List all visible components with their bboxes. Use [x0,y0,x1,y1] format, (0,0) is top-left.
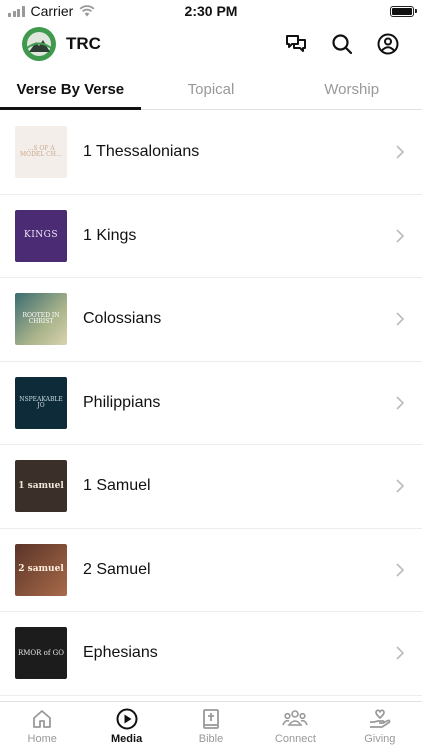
battery-icon [390,5,417,17]
chevron-right-icon [396,229,405,243]
series-list: …S OF A MODEL CH… 1 Thessalonians KINGS … [0,111,422,701]
series-title: 1 Thessalonians [83,143,200,161]
tab-verse-by-verse[interactable]: Verse By Verse [0,70,141,110]
nav-item-media[interactable]: Media [84,702,168,750]
tab-worship[interactable]: Worship [281,70,422,109]
series-thumbnail: NSPEAKABLE JO [15,376,67,429]
series-thumbnail: 1 samuel [15,460,67,513]
wifi-icon [79,5,95,17]
nav-label: Connect [274,733,316,745]
series-row-1-samuel[interactable]: 1 samuel 1 Samuel [0,445,422,529]
series-thumbnail: RMOR of GO [15,627,67,680]
series-title: Ephesians [83,644,158,662]
series-title: Colossians [83,310,162,328]
series-thumbnail: 2 samuel [15,543,67,596]
app-logo [22,27,56,61]
nav-item-home[interactable]: Home [0,702,84,750]
nav-item-giving[interactable]: Giving [338,702,422,750]
chevron-right-icon [396,479,405,493]
series-row-1-thessalonians[interactable]: …S OF A MODEL CH… 1 Thessalonians [0,111,422,195]
series-title: 1 Kings [83,226,137,244]
giving-hand-icon [369,709,391,728]
mountain-logo-icon [26,32,52,56]
app-title: TRC [66,34,101,53]
search-icon[interactable] [330,32,354,56]
nav-item-bible[interactable]: Bible [169,702,253,750]
tab-topical[interactable]: Topical [141,70,282,109]
chevron-right-icon [396,646,405,660]
signal-icon [8,5,25,17]
chevron-right-icon [396,312,405,326]
chevron-right-icon [396,145,405,159]
series-row-colossians[interactable]: ROOTED IN CHRIST Colossians [0,278,422,362]
series-row-2-samuel[interactable]: 2 samuel 2 Samuel [0,529,422,612]
chevron-right-icon [396,563,405,577]
series-thumbnail: …S OF A MODEL CH… [15,126,67,179]
app-header: TRC [0,22,422,66]
play-circle-icon [116,708,138,730]
carrier-label: Carrier [30,3,74,19]
series-title: 2 Samuel [83,560,151,578]
nav-label: Giving [364,733,396,745]
series-title: 1 Samuel [83,477,151,495]
status-left: Carrier [8,3,95,19]
chevron-right-icon [396,396,405,410]
nav-label: Home [27,733,57,745]
bottom-nav: Home Media Bible Connect Giving [0,701,422,750]
chat-icon[interactable] [284,32,308,56]
series-row-philippians[interactable]: NSPEAKABLE JO Philippians [0,362,422,445]
home-icon [33,710,52,728]
series-row-ephesians[interactable]: RMOR of GO Ephesians [0,612,422,696]
status-bar: Carrier 2:30 PM [0,0,422,22]
profile-icon[interactable] [376,32,400,56]
nav-label: Bible [198,733,224,745]
bible-icon [203,709,219,729]
header-actions [284,32,400,56]
nav-item-connect[interactable]: Connect [253,702,337,750]
nav-label: Media [111,733,143,745]
series-thumbnail: ROOTED IN CHRIST [15,293,67,346]
series-row-1-kings[interactable]: KINGS 1 Kings [0,195,422,278]
group-icon [282,710,309,726]
series-thumbnail: KINGS [15,209,67,262]
tab-bar: Verse By Verse Topical Worship [0,70,422,110]
series-title: Philippians [83,393,161,411]
